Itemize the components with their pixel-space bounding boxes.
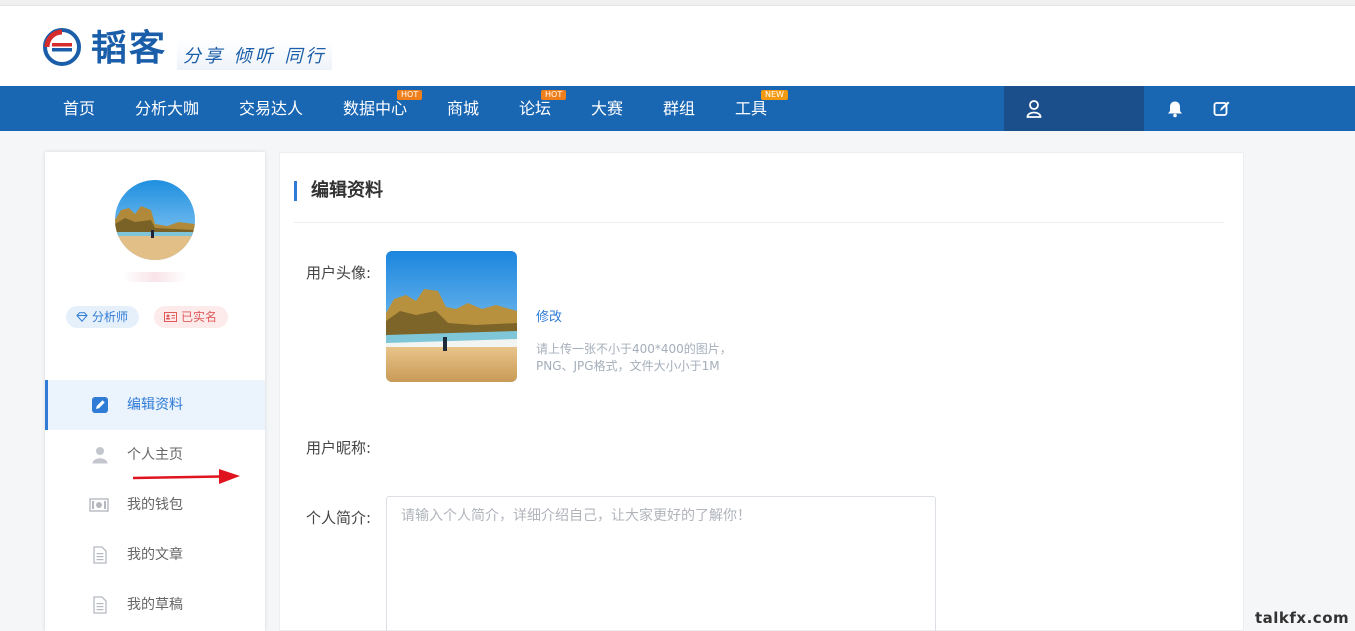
- logo-mark-icon: [43, 28, 81, 66]
- avatar-image: [115, 180, 195, 260]
- intro-textarea[interactable]: 请输入个人简介，详细介绍自己，让大家更好的了解你！: [386, 496, 936, 631]
- intro-placeholder: 请输入个人简介，详细介绍自己，让大家更好的了解你！: [401, 508, 751, 524]
- page-title: 编辑资料: [294, 181, 383, 201]
- divider: [294, 222, 1224, 223]
- sidebar-item-wallet[interactable]: 我的钱包: [45, 480, 265, 530]
- site-header: 韬客 分享 倾听 同行: [0, 6, 1355, 86]
- red-arrow-annotation: [133, 469, 240, 484]
- sidebar-item-drafts[interactable]: 我的草稿: [45, 580, 265, 630]
- verified-tag: 已实名: [154, 306, 229, 329]
- bell-icon[interactable]: [1166, 100, 1184, 118]
- username-blurred: [123, 272, 187, 282]
- edit-profile-panel: 编辑资料 用户头像: 修改 请上传一张不小于400*400的图片， PNG、JP…: [279, 152, 1244, 631]
- logo-text: 韬客: [91, 27, 168, 69]
- nav-item-groups[interactable]: 群组: [663, 86, 695, 131]
- modify-avatar-link[interactable]: 修改: [536, 306, 562, 325]
- main-nav: 首页 分析大咖 交易达人 数据中心 HOT 商城 论坛 HOT 大赛 群组 工具…: [0, 86, 1355, 131]
- avatar[interactable]: [115, 180, 195, 260]
- hot-badge: HOT: [397, 90, 423, 100]
- sidebar-item-edit-profile[interactable]: 编辑资料: [45, 380, 265, 430]
- diamond-icon: [76, 307, 88, 329]
- nav-item-home[interactable]: 首页: [63, 86, 95, 131]
- site-logo[interactable]: 韬客 分享 倾听 同行: [43, 26, 343, 70]
- new-badge: NEW: [761, 90, 788, 100]
- draft-icon: [93, 596, 107, 614]
- avatar-preview-image: [386, 251, 517, 382]
- avatar-label: 用户头像:: [306, 264, 372, 282]
- upload-hint: 请上传一张不小于400*400的图片， PNG、JPG格式，文件大小小于1M: [536, 342, 732, 373]
- nav-item-analysts[interactable]: 分析大咖: [135, 86, 199, 131]
- id-card-icon: [164, 307, 177, 329]
- edit-icon[interactable]: [1213, 100, 1231, 118]
- nav-item-traders[interactable]: 交易达人: [239, 86, 303, 131]
- person-icon: [92, 447, 108, 464]
- wallet-icon: [89, 498, 109, 512]
- user-menu[interactable]: [1004, 86, 1144, 131]
- edit-square-icon: [92, 397, 108, 413]
- user-icon: [1026, 100, 1042, 118]
- intro-label: 个人简介:: [306, 509, 372, 527]
- nav-item-contest[interactable]: 大赛: [591, 86, 623, 131]
- avatar-preview[interactable]: [386, 251, 517, 382]
- nickname-label: 用户昵称:: [306, 439, 372, 457]
- hot-badge: HOT: [541, 90, 567, 100]
- watermark: talkfx.com: [1255, 609, 1350, 627]
- sidebar-item-articles[interactable]: 我的文章: [45, 530, 265, 580]
- logo-slogan: 分享 倾听 同行: [177, 40, 333, 70]
- document-icon: [93, 546, 107, 564]
- analyst-tag: 分析师: [66, 306, 140, 329]
- profile-sidebar: 分析师 已实名 编辑资料 个人主页 我的钱包 我的文章 我的草稿: [45, 152, 265, 631]
- sidebar-menu: 编辑资料 个人主页 我的钱包 我的文章 我的草稿: [45, 380, 265, 630]
- nav-item-mall[interactable]: 商城: [447, 86, 479, 131]
